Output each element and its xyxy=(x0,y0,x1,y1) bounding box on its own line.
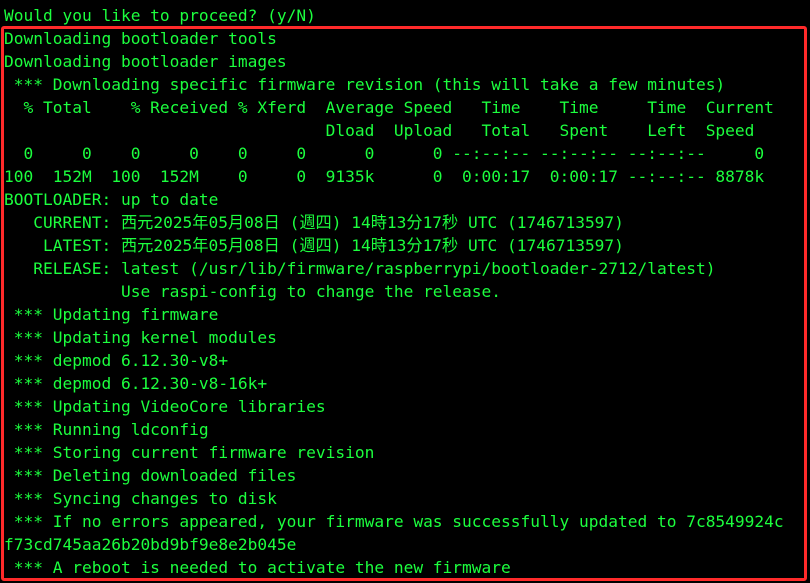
terminal-line: Use raspi-config to change the release. xyxy=(4,282,502,301)
terminal-line: BOOTLOADER: up to date xyxy=(4,190,219,209)
curl-progress-header: Dload Upload Total Spent Left Speed xyxy=(4,121,755,140)
terminal-line: CURRENT: 西元2025年05月08日 (週四) 14時13分17秒 UT… xyxy=(4,213,624,232)
terminal-output: Would you like to proceed? (y/N) Downloa… xyxy=(0,4,810,579)
curl-progress-header: % Total % Received % Xferd Average Speed… xyxy=(4,98,774,117)
terminal-line: *** depmod 6.12.30-v8+ xyxy=(4,351,229,370)
terminal-line: *** Downloading specific firmware revisi… xyxy=(4,75,726,94)
terminal-line-prompt: Would you like to proceed? (y/N) xyxy=(4,6,316,25)
curl-progress-row: 100 152M 100 152M 0 0 9135k 0 0:00:17 0:… xyxy=(4,167,765,186)
terminal-line: *** Syncing changes to disk xyxy=(4,489,277,508)
terminal-line: LATEST: 西元2025年05月08日 (週四) 14時13分17秒 UTC… xyxy=(4,236,624,255)
terminal-line: *** Updating VideoCore libraries xyxy=(4,397,326,416)
curl-progress-row: 0 0 0 0 0 0 0 0 --:--:-- --:--:-- --:--:… xyxy=(4,144,765,163)
terminal-window[interactable]: Would you like to proceed? (y/N) Downloa… xyxy=(0,0,810,583)
terminal-line: *** Storing current firmware revision xyxy=(4,443,375,462)
terminal-line: Downloading bootloader images xyxy=(4,52,287,71)
terminal-line: RELEASE: latest (/usr/lib/firmware/raspb… xyxy=(4,259,716,278)
terminal-line: f73cd745aa26b20bd9bf9e8e2b045e xyxy=(4,535,297,554)
terminal-line: Downloading bootloader tools xyxy=(4,29,277,48)
terminal-line: *** Updating kernel modules xyxy=(4,328,277,347)
terminal-line: *** depmod 6.12.30-v8-16k+ xyxy=(4,374,268,393)
terminal-line: *** Deleting downloaded files xyxy=(4,466,297,485)
terminal-line: *** If no errors appeared, your firmware… xyxy=(4,512,784,531)
terminal-line: *** A reboot is needed to activate the n… xyxy=(4,558,511,577)
terminal-line: *** Updating firmware xyxy=(4,305,219,324)
terminal-line: *** Running ldconfig xyxy=(4,420,209,439)
